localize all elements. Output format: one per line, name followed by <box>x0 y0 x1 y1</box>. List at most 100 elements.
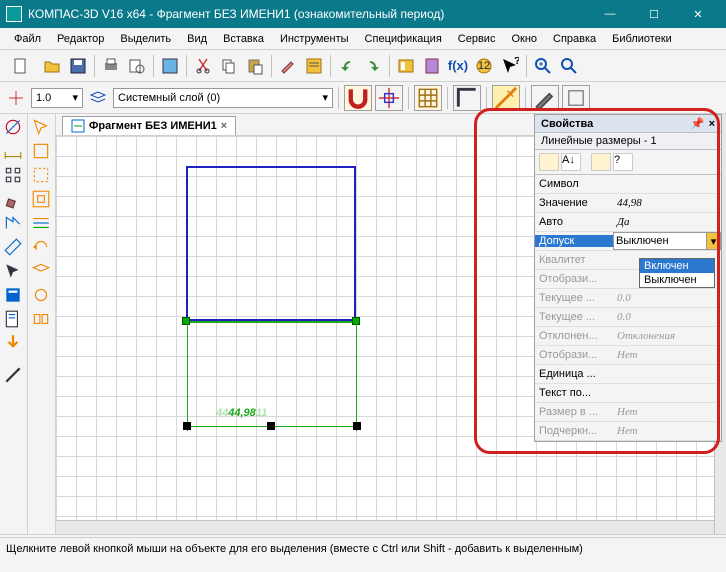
dimension-icon[interactable] <box>2 140 24 162</box>
menu-select[interactable]: Выделить <box>112 30 179 48</box>
panel-close-icon[interactable]: × <box>709 118 715 130</box>
paste-button[interactable] <box>243 54 267 78</box>
preview-button[interactable] <box>125 54 149 78</box>
menu-spec[interactable]: Спецификация <box>357 30 450 48</box>
scale-combo[interactable]: 1.0▾ <box>31 88 83 108</box>
layer-sel-icon[interactable] <box>30 260 52 282</box>
menu-libs[interactable]: Библиотеки <box>604 30 680 48</box>
menu-insert[interactable]: Вставка <box>215 30 272 48</box>
report-icon[interactable] <box>2 308 24 330</box>
layer-combo[interactable]: Системный слой (0)▾ <box>113 88 333 108</box>
prop-row-auto[interactable]: АвтоДа <box>535 213 721 232</box>
prop-row-current2[interactable]: Текущее ...0.0 <box>535 308 721 327</box>
menu-file[interactable]: Файл <box>6 30 49 48</box>
prop-row-current1[interactable]: Текущее ...0.0 <box>535 289 721 308</box>
green-edge[interactable] <box>186 321 356 323</box>
zoom-in-button[interactable] <box>531 54 555 78</box>
app-button[interactable] <box>158 54 182 78</box>
tolerance-dropdown-list[interactable]: Включен Выключен <box>639 258 715 288</box>
star-button[interactable] <box>492 85 520 111</box>
undo-button[interactable] <box>335 54 359 78</box>
line-icon[interactable] <box>2 364 24 386</box>
horizontal-scrollbar[interactable] <box>56 520 714 534</box>
bytype-icon[interactable] <box>30 212 52 234</box>
minimize-button[interactable]: — <box>588 0 632 28</box>
open-button[interactable] <box>40 54 64 78</box>
group-icon[interactable] <box>30 308 52 330</box>
dropdown-arrow-icon[interactable]: ▾ <box>706 233 720 249</box>
print-button[interactable] <box>99 54 123 78</box>
select-icon[interactable] <box>2 260 24 282</box>
prop-row-underline[interactable]: Подчеркн...Нет <box>535 422 721 441</box>
status-bar: Щелкните левой кнопкой мыши на объекте д… <box>0 537 726 559</box>
menu-tools[interactable]: Инструменты <box>272 30 357 48</box>
geometry-icon[interactable] <box>2 116 24 138</box>
dimension-text[interactable]: 4444,9811 <box>216 400 267 421</box>
dim-handle-r[interactable] <box>353 422 361 430</box>
copy-button[interactable] <box>217 54 241 78</box>
outer-icon[interactable] <box>30 188 52 210</box>
document-tab[interactable]: Фрагмент БЕЗ ИМЕНИ1 × <box>62 116 236 135</box>
notation-icon[interactable] <box>2 164 24 186</box>
magnet-button[interactable] <box>344 85 372 111</box>
prev-icon[interactable] <box>30 236 52 258</box>
prop-help-icon[interactable]: ? <box>613 153 633 171</box>
handle-tl[interactable] <box>182 317 190 325</box>
dim-handle-l[interactable] <box>183 422 191 430</box>
prop-row-display2[interactable]: Отобрази...Нет <box>535 346 721 365</box>
prop-categorize-icon[interactable] <box>539 153 559 171</box>
menu-view[interactable]: Вид <box>179 30 215 48</box>
menu-window[interactable]: Окно <box>503 30 545 48</box>
spec-button[interactable] <box>420 54 444 78</box>
prop-row-deviation[interactable]: Отклонен...Отклонения <box>535 327 721 346</box>
prop-row-textpos[interactable]: Текст по... <box>535 384 721 403</box>
menu-editor[interactable]: Редактор <box>49 30 112 48</box>
help-button[interactable]: ? <box>498 54 522 78</box>
fx-button[interactable]: f(x) <box>446 54 470 78</box>
measure-icon[interactable] <box>2 236 24 258</box>
prop-filter-icon[interactable] <box>591 153 611 171</box>
constraint-button[interactable] <box>562 85 590 111</box>
new-button[interactable] <box>4 54 38 78</box>
arrow-tool-icon[interactable] <box>30 116 52 138</box>
dropdown-option-on[interactable]: Включен <box>640 259 714 273</box>
menu-help[interactable]: Справка <box>545 30 604 48</box>
properties-button[interactable] <box>302 54 326 78</box>
prop-row-value[interactable]: Значение44,98 <box>535 194 721 213</box>
library-button[interactable] <box>394 54 418 78</box>
brush-button[interactable] <box>276 54 300 78</box>
menu-service[interactable]: Сервис <box>450 30 504 48</box>
redo-button[interactable] <box>361 54 385 78</box>
ortho-button[interactable] <box>453 85 481 111</box>
close-button[interactable]: ✕ <box>676 0 720 28</box>
prop-row-dimin[interactable]: Размер в ...Нет <box>535 403 721 422</box>
layers-button[interactable] <box>86 86 110 110</box>
param-icon[interactable] <box>2 212 24 234</box>
prop-row-unit[interactable]: Единица ... <box>535 365 721 384</box>
snap-button[interactable] <box>4 86 28 110</box>
spec-icon[interactable] <box>2 284 24 306</box>
prop-sort-icon[interactable]: A↓ <box>561 153 581 171</box>
tolerance-dropdown[interactable]: Выключен ▾ <box>613 232 721 250</box>
save-button[interactable] <box>66 54 90 78</box>
prop-row-symbol[interactable]: Символ <box>535 175 721 194</box>
edit-button[interactable] <box>531 85 559 111</box>
snap-settings-button[interactable] <box>375 85 403 111</box>
grid-button[interactable] <box>414 85 442 111</box>
scale-value: 1.0 <box>36 92 51 104</box>
tab-close-icon[interactable]: × <box>221 120 227 132</box>
prop-row-tolerance[interactable]: Допуск Выключен ▾ <box>535 232 721 251</box>
insert-icon[interactable] <box>2 332 24 354</box>
dim-handle-m[interactable] <box>267 422 275 430</box>
pin-icon[interactable]: 📌 <box>691 117 705 130</box>
frame-icon[interactable] <box>30 140 52 162</box>
lasso-icon[interactable] <box>30 164 52 186</box>
vars-button[interactable]: 12 <box>472 54 496 78</box>
maximize-button[interactable]: ☐ <box>632 0 676 28</box>
zoom-fit-button[interactable] <box>557 54 581 78</box>
dropdown-option-off[interactable]: Выключен <box>640 273 714 287</box>
blue-rectangle[interactable] <box>186 166 356 321</box>
bystyle-icon[interactable] <box>30 284 52 306</box>
cut-button[interactable] <box>191 54 215 78</box>
edit-icon[interactable] <box>2 188 24 210</box>
